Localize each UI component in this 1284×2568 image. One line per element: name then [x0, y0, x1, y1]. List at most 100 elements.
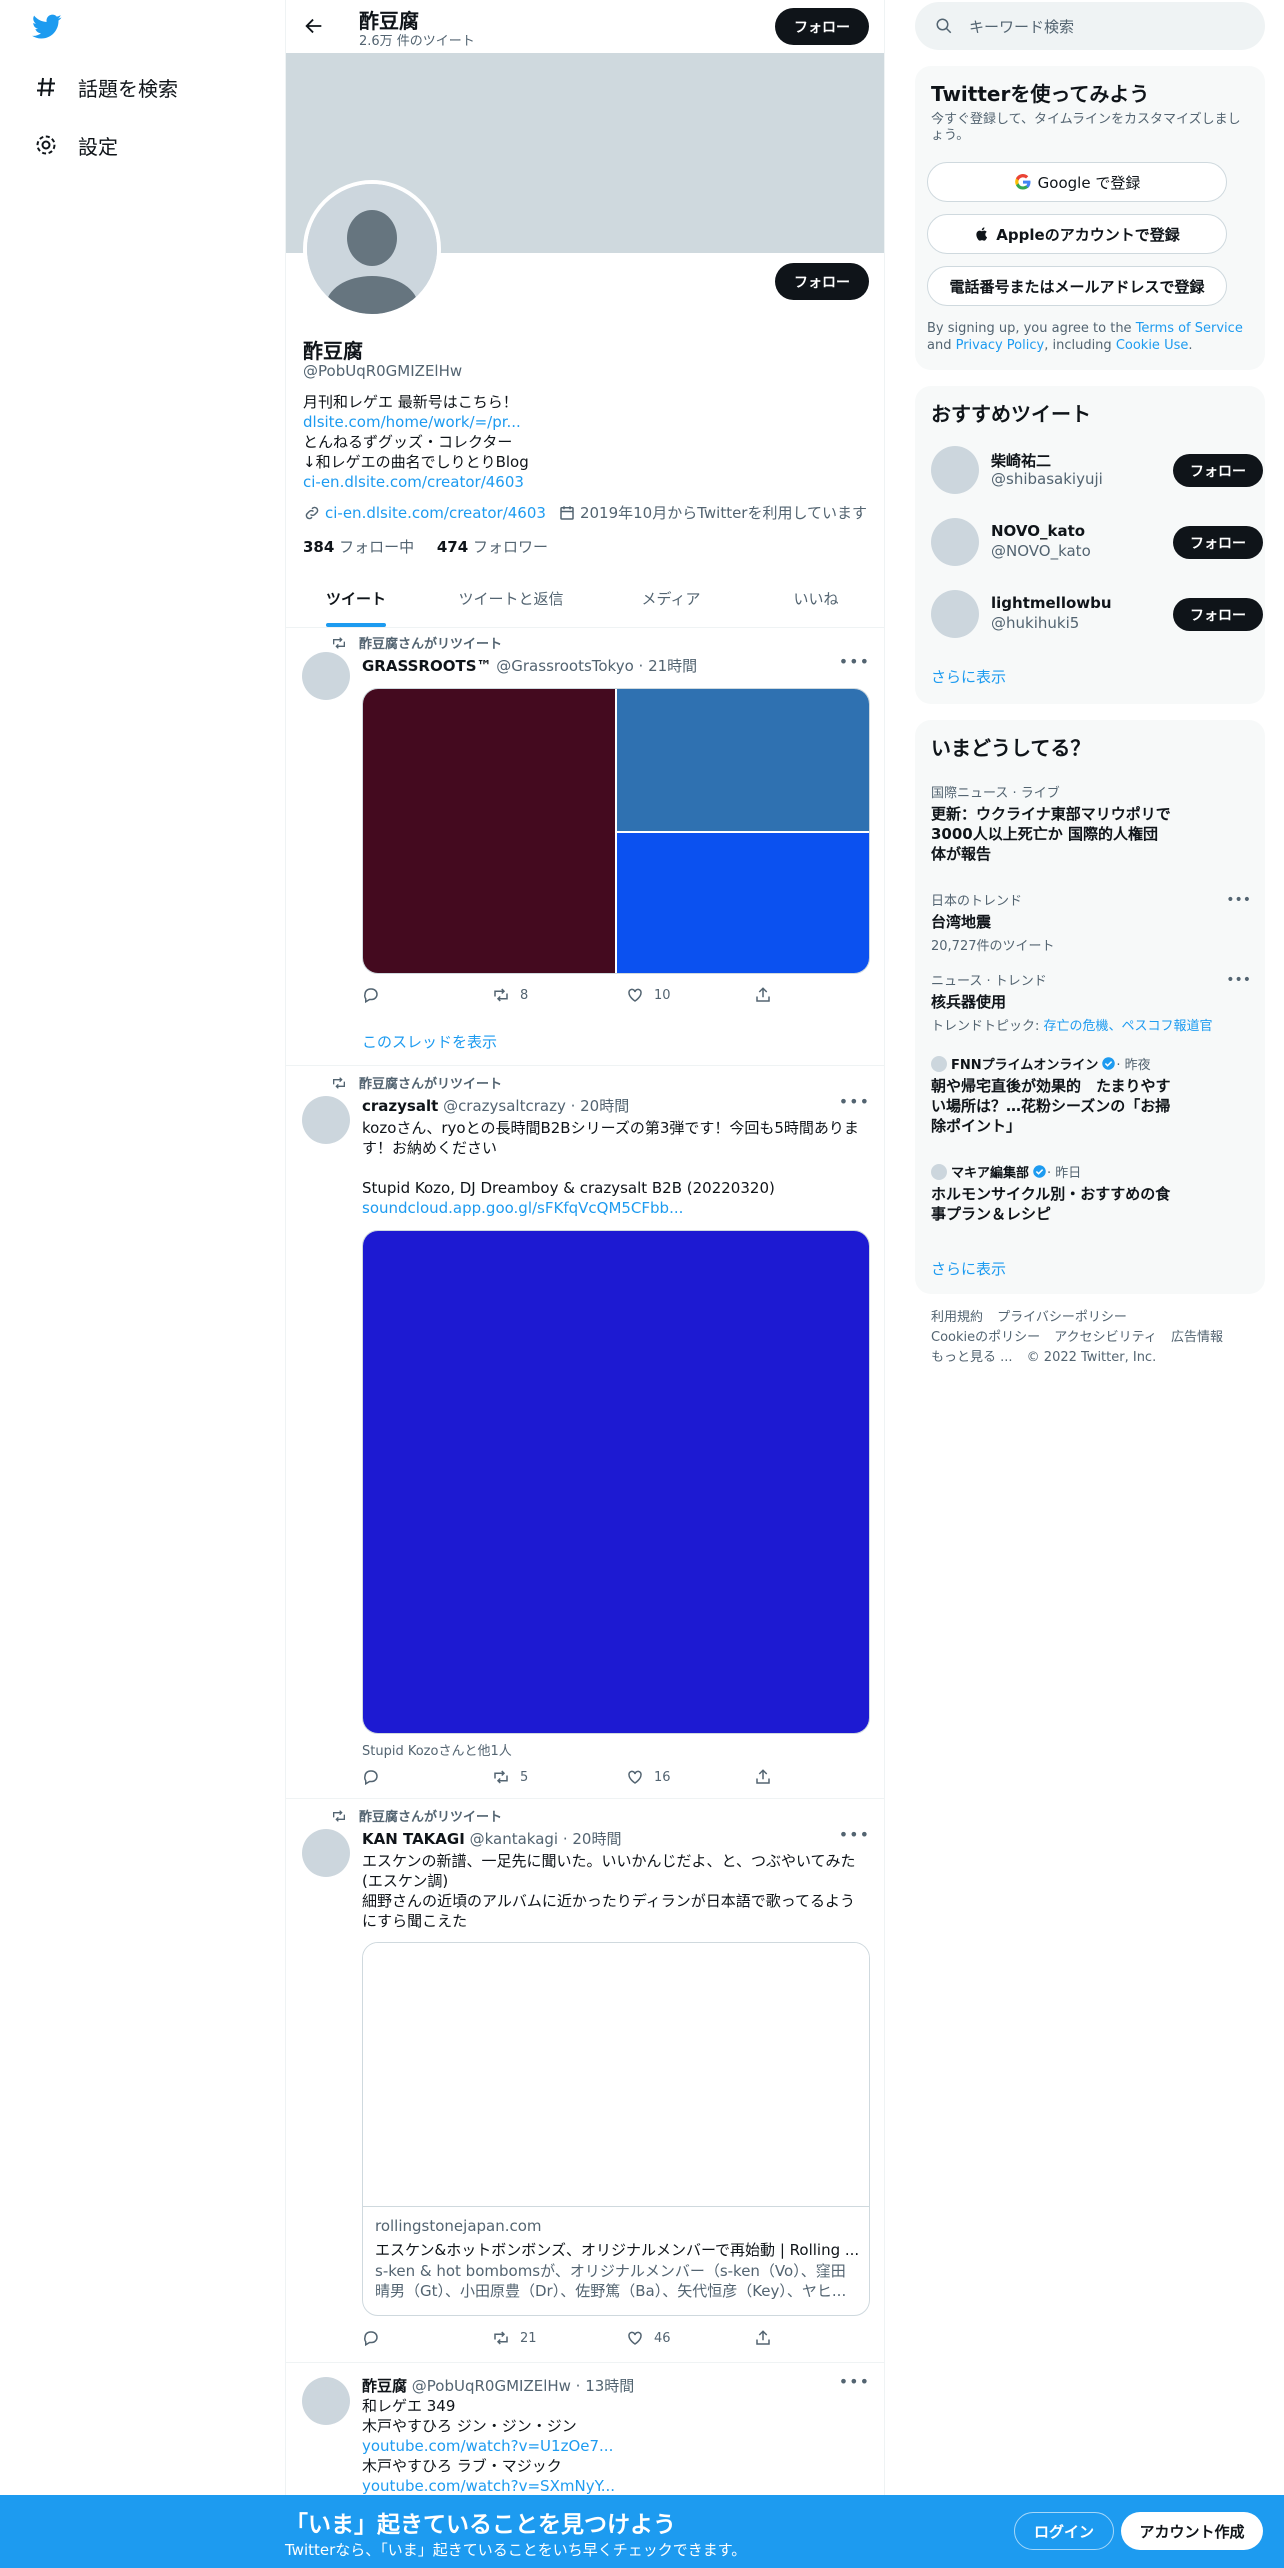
- retweet-button[interactable]: 8: [492, 986, 528, 1004]
- more-options-icon[interactable]: •••: [839, 1092, 870, 1111]
- retweet-button[interactable]: 5: [492, 1768, 528, 1786]
- tweet-media-image[interactable]: [362, 1230, 870, 1734]
- news-item[interactable]: マキア編集部 · 昨日 ホルモンサイクル別・おすすめの食事プラン＆レシピ: [931, 1162, 1251, 1224]
- trend-item[interactable]: 国際ニュース · ライブ 更新：ウクライナ東部マリウポリで3000人以上死亡か …: [931, 782, 1251, 864]
- follow-button[interactable]: フォロー: [775, 263, 869, 300]
- trend-category: 日本のトレンド: [931, 894, 1023, 909]
- footer-link[interactable]: 広告情報: [1171, 1330, 1223, 1345]
- tweet-media-image[interactable]: [617, 689, 869, 831]
- footer-link[interactable]: アクセシビリティ: [1054, 1330, 1157, 1345]
- followers-stat[interactable]: 474 フォロワー: [437, 538, 548, 556]
- show-more-link[interactable]: さらに表示: [931, 1258, 1006, 1279]
- avatar[interactable]: [931, 518, 979, 566]
- profile-avatar[interactable]: [303, 180, 441, 318]
- avatar[interactable]: [931, 446, 979, 494]
- tweet-avatar[interactable]: [302, 652, 350, 700]
- apple-signup-button[interactable]: Appleのアカウントで登録: [927, 214, 1227, 254]
- tab-likes[interactable]: いいね: [746, 575, 884, 628]
- cookie-use-link[interactable]: Cookie Use: [1116, 338, 1189, 353]
- profile-joined-date: 2019年10月からTwitterを利用しています: [579, 504, 868, 522]
- tweet[interactable]: 酢豆腐さんがリツイート crazysalt @crazysaltcrazy · …: [286, 1066, 884, 1799]
- following-stat[interactable]: 384 フォロー中: [303, 538, 414, 556]
- like-button[interactable]: 10: [626, 986, 671, 1004]
- tweet[interactable]: 酢豆腐さんがリツイート GRASSROOTS™ @GrassrootsTokyo…: [286, 628, 884, 1066]
- header-follow-button[interactable]: フォロー: [775, 8, 869, 45]
- link-card[interactable]: rollingstonejapan.com エスケン&ホットボンボンズ、オリジナ…: [362, 1942, 870, 2316]
- share-icon: [756, 987, 770, 1002]
- like-button[interactable]: 46: [626, 2329, 671, 2347]
- tweet-media-grid[interactable]: [362, 688, 870, 974]
- tweet-media-image[interactable]: [363, 689, 615, 973]
- google-signup-label: Google で登録: [1037, 173, 1141, 192]
- signup-button[interactable]: アカウント作成: [1121, 2512, 1263, 2550]
- tweet-author-name[interactable]: GRASSROOTS™: [362, 657, 492, 675]
- tweet-link[interactable]: youtube.com/watch?v=SXmNyY...: [362, 2476, 870, 2496]
- tweet[interactable]: 酢豆腐さんがリツイート KAN TAKAGI @kantakagi · 20時間…: [286, 1799, 884, 2363]
- footer-more-link[interactable]: もっと見る ...: [931, 1350, 1013, 1365]
- more-options-icon[interactable]: •••: [839, 2372, 870, 2391]
- footer-link[interactable]: 利用規約: [931, 1310, 983, 1325]
- trend-item[interactable]: ニュース · トレンド 核兵器使用 トレンドトピック: 存亡の危機、ペスコフ報道…: [931, 970, 1251, 1034]
- tweet-link[interactable]: soundcloud.app.goo.gl/sFKfqVcQM5CFbb...: [362, 1198, 870, 1218]
- bio-link[interactable]: ci-en.dlsite.com/creator/4603: [303, 472, 529, 492]
- like-button[interactable]: 16: [626, 1768, 671, 1786]
- login-button[interactable]: ログイン: [1014, 2512, 1114, 2550]
- show-thread-link[interactable]: このスレッドを表示: [362, 1031, 497, 1052]
- privacy-policy-link[interactable]: Privacy Policy: [956, 338, 1045, 353]
- more-options-icon[interactable]: •••: [839, 1825, 870, 1844]
- tab-tweets[interactable]: ツイート: [286, 575, 426, 628]
- back-arrow-icon[interactable]: [303, 15, 325, 41]
- share-button[interactable]: [754, 2329, 782, 2347]
- follow-button[interactable]: フォロー: [1173, 454, 1263, 487]
- signup-subtitle: 今すぐ登録して、タイムラインをカスタマイズしましょう。: [931, 112, 1241, 143]
- tweet-avatar[interactable]: [302, 2377, 350, 2425]
- search-box[interactable]: キーワード検索: [915, 2, 1265, 50]
- avatar[interactable]: [931, 590, 979, 638]
- terms-of-service-link[interactable]: Terms of Service: [1136, 321, 1243, 336]
- trend-topics-link[interactable]: 存亡の危機、ペスコフ報道官: [1044, 1019, 1213, 1034]
- more-options-icon[interactable]: •••: [1226, 892, 1251, 908]
- share-button[interactable]: [754, 986, 782, 1004]
- nav-settings[interactable]: 設定: [34, 125, 118, 165]
- google-signup-button[interactable]: Google で登録: [927, 162, 1227, 202]
- retweet-button[interactable]: 21: [492, 2329, 537, 2347]
- footer-link[interactable]: プライバシーポリシー: [997, 1310, 1127, 1325]
- news-item[interactable]: FNNプライムオンライン · 昨夜 朝や帰宅直後が効果的 たまりやすい場所は？……: [931, 1054, 1251, 1136]
- terms-text: and: [927, 338, 956, 353]
- tweet-author-name[interactable]: KAN TAKAGI: [362, 1830, 465, 1848]
- account-handle: @hukihuki5: [991, 614, 1080, 632]
- footer-link[interactable]: Cookieのポリシー: [931, 1330, 1040, 1345]
- tweet-link[interactable]: youtube.com/watch?v=U1zOe7...: [362, 2436, 870, 2456]
- reply-button[interactable]: [362, 1768, 390, 1786]
- nav-explore[interactable]: 話題を検索: [34, 67, 178, 107]
- phone-email-signup-button[interactable]: 電話番号またはメールアドレスで登録: [927, 266, 1227, 306]
- trends-panel: いまどうしてる？ 国際ニュース · ライブ 更新：ウクライナ東部マリウポリで30…: [915, 720, 1265, 1294]
- bio-link[interactable]: dlsite.com/home/work/=/pr...: [303, 412, 529, 432]
- heart-icon: [628, 2331, 642, 2345]
- profile-website-link[interactable]: ci-en.dlsite.com/creator/4603: [325, 504, 546, 522]
- recommended-account[interactable]: 柴崎祐二 @shibasakiyuji フォロー: [931, 446, 1263, 494]
- recommended-account[interactable]: NOVO_kato @NOVO_kato フォロー: [931, 518, 1263, 566]
- tweet-media-image[interactable]: [617, 833, 869, 973]
- tweet-avatar[interactable]: [302, 1096, 350, 1144]
- more-options-icon[interactable]: •••: [1226, 972, 1251, 988]
- reply-button[interactable]: [362, 2329, 390, 2347]
- tweet-author-name[interactable]: 酢豆腐: [362, 2377, 407, 2395]
- tweet-text: エスケンの新譜、一足先に聞いた。いいかんじだよ、と、つぶやいてみた(エスケン調)…: [362, 1851, 870, 1931]
- recommended-account[interactable]: lightmellowbu @hukihuki5 フォロー: [931, 590, 1263, 638]
- tab-media[interactable]: メディア: [596, 575, 746, 628]
- reply-button[interactable]: [362, 986, 390, 1004]
- more-options-icon[interactable]: •••: [839, 652, 870, 671]
- tweet-avatar[interactable]: [302, 1829, 350, 1877]
- tab-tweets-replies[interactable]: ツイートと返信: [426, 575, 596, 628]
- terms-text: .: [1188, 338, 1193, 353]
- media-tag-caption[interactable]: Stupid Kozoさんと他1人: [362, 1740, 512, 1759]
- show-more-link[interactable]: さらに表示: [931, 666, 1006, 687]
- twitter-logo-icon[interactable]: [32, 14, 62, 44]
- tweet-author-name[interactable]: crazysalt: [362, 1097, 438, 1115]
- trend-item[interactable]: 日本のトレンド 台湾地震 20,727件のツイート •••: [931, 890, 1251, 954]
- bio-line: ↓和レゲエの曲名でしりとりBlog: [303, 453, 529, 471]
- follow-button[interactable]: フォロー: [1173, 598, 1263, 631]
- share-button[interactable]: [754, 1768, 782, 1786]
- follow-button[interactable]: フォロー: [1173, 526, 1263, 559]
